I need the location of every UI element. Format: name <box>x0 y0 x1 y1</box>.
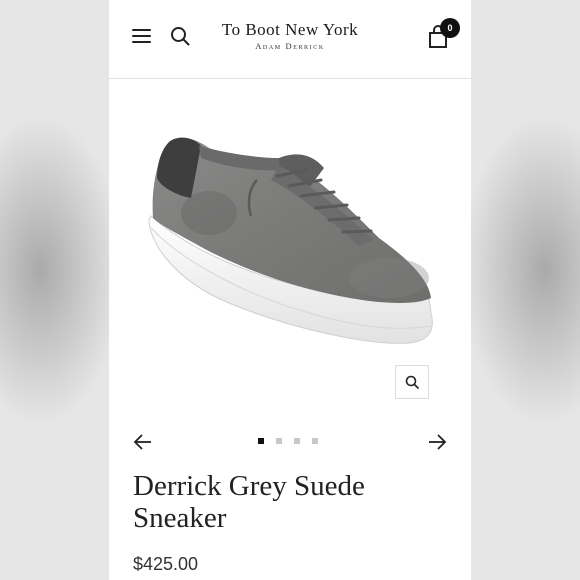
logo-subtitle: Adam Derrick <box>255 41 325 51</box>
slide-dot[interactable] <box>294 438 300 444</box>
product-title: Derrick Grey Suede Sneaker <box>133 470 365 534</box>
site-header: To Boot New York Adam Derrick 0 <box>109 0 471 79</box>
logo-title: To Boot New York <box>221 20 359 39</box>
mobile-page: To Boot New York Adam Derrick 0 Derrick … <box>109 0 471 580</box>
arrow-right-icon[interactable] <box>427 433 447 451</box>
slide-dot[interactable] <box>312 438 318 444</box>
brand-logo[interactable]: To Boot New York Adam Derrick <box>109 20 471 51</box>
zoom-icon <box>405 375 419 389</box>
cart-count-badge[interactable]: 0 <box>440 18 460 38</box>
slide-dot[interactable] <box>258 438 264 444</box>
product-image[interactable] <box>139 128 439 373</box>
slide-dot[interactable] <box>276 438 282 444</box>
arrow-left-icon[interactable] <box>133 433 153 451</box>
zoom-button[interactable] <box>395 365 429 399</box>
product-price: $425.00 <box>133 554 199 574</box>
